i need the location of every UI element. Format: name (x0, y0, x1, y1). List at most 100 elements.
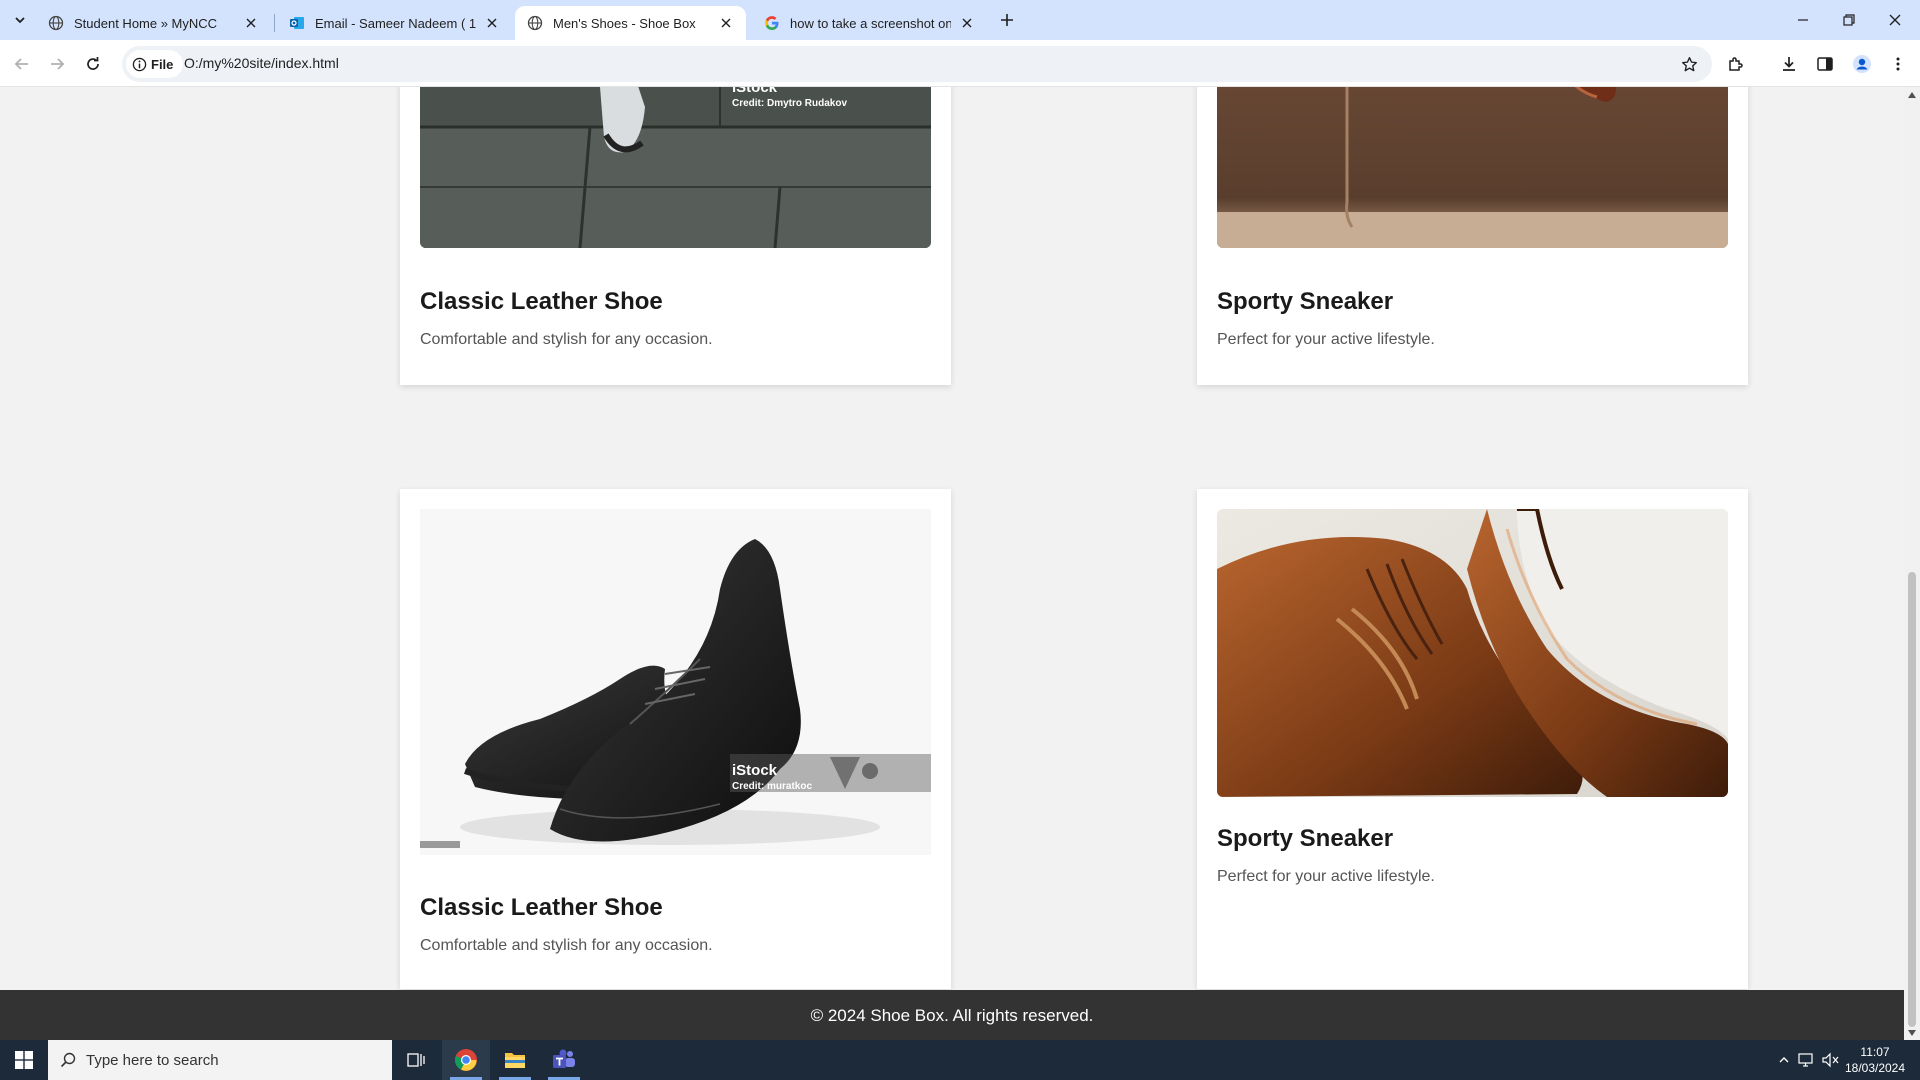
product-image: iStock Credit: muratkoc (420, 509, 931, 855)
taskbar-search-input[interactable] (86, 1051, 366, 1069)
profile-button[interactable] (1848, 50, 1876, 78)
product-image: iStock Credit: Dmytro Rudakov (420, 87, 931, 248)
black-oxford-shoes-illustration (420, 509, 931, 855)
taskbar-chrome[interactable] (442, 1040, 490, 1080)
task-view-icon (407, 1053, 425, 1067)
product-description: Comfortable and stylish for any occasion… (420, 331, 713, 348)
tab-email[interactable]: Email - Sameer Nadeem ( 1917 (277, 6, 512, 40)
minimize-button[interactable] (1780, 0, 1826, 40)
watermark-brand: iStock (732, 87, 778, 96)
clock-time: 11:07 (1860, 1045, 1890, 1059)
windows-taskbar: 11:07 18/03/2024 (0, 1040, 1920, 1080)
watermark-credit: Credit: Dmytro Rudakov (732, 98, 848, 109)
extensions-button[interactable] (1722, 50, 1750, 78)
arrow-left-icon (14, 58, 28, 70)
taskbar-clock[interactable]: 11:07 18/03/2024 (1838, 1044, 1912, 1076)
site-info-chip[interactable]: File (126, 50, 184, 78)
info-icon (132, 57, 147, 71)
menu-button[interactable] (1884, 50, 1912, 78)
teams-icon (553, 1049, 575, 1068)
sofa-shoes-illustration (1217, 87, 1728, 248)
stone-steps-illustration (420, 87, 931, 248)
restore-button[interactable] (1826, 0, 1872, 40)
page-viewport: iStock Credit: Dmytro Rudakov Classic Le… (0, 87, 1904, 1041)
minimize-icon (1798, 19, 1808, 21)
url-text[interactable]: O:/my%20site/index.html (184, 55, 339, 71)
product-title: Classic Leather Shoe (420, 288, 663, 315)
clock-date: 18/03/2024 (1844, 1061, 1906, 1075)
back-button[interactable] (8, 50, 36, 78)
taskbar-teams[interactable] (540, 1040, 588, 1080)
watermark-brand: iStock (732, 762, 778, 779)
scroll-thumb[interactable] (1908, 572, 1916, 1027)
start-button[interactable] (0, 1040, 48, 1080)
tab-search-button[interactable] (8, 8, 32, 32)
puzzle-icon (1729, 57, 1743, 71)
reload-button[interactable] (79, 50, 107, 78)
network-status[interactable] (1796, 1040, 1818, 1080)
product-description: Perfect for your active lifestyle. (1217, 868, 1435, 885)
browser-tab-strip: Student Home » MyNCC Email - Sameer Nade… (0, 0, 1920, 40)
tab-close-icon[interactable] (718, 15, 734, 31)
scroll-up-arrow-icon[interactable] (1908, 91, 1916, 99)
tab-title: Student Home » MyNCC (74, 15, 218, 31)
security-chip-label: File (151, 56, 174, 72)
globe-icon (527, 15, 543, 31)
tab-title: Email - Sameer Nadeem ( 1917 (315, 15, 476, 31)
taskbar-file-explorer[interactable] (491, 1040, 539, 1080)
product-card: iStock Credit: muratkoc Classic Leather … (400, 489, 951, 989)
search-icon (60, 1052, 76, 1068)
watermark-credit: Credit: muratkoc (732, 781, 813, 792)
stock-watermark: iStock Credit: Dmytro Rudakov (732, 87, 847, 109)
tab-student-home[interactable]: Student Home » MyNCC (36, 6, 271, 40)
close-window-button[interactable] (1872, 0, 1918, 40)
tab-close-icon[interactable] (959, 15, 975, 31)
side-panel-button[interactable] (1811, 50, 1839, 78)
arrow-right-icon (51, 58, 65, 70)
folder-icon (505, 1053, 525, 1068)
forward-button[interactable] (43, 50, 71, 78)
side-panel-icon (1817, 57, 1833, 71)
bookmark-button[interactable] (1678, 53, 1700, 75)
tab-close-icon[interactable] (243, 15, 259, 31)
download-icon (1783, 57, 1795, 71)
plus-icon (1001, 14, 1013, 26)
product-title: Sporty Sneaker (1217, 825, 1394, 852)
tab-mens-shoes[interactable]: Men's Shoes - Shoe Box (515, 6, 746, 40)
product-title: Classic Leather Shoe (420, 894, 663, 921)
chevron-up-icon (1779, 1057, 1789, 1063)
taskbar-search-box[interactable] (48, 1040, 392, 1080)
chevron-down-icon (15, 17, 25, 24)
product-card: Sporty Sneaker Perfect for your active l… (1197, 489, 1748, 989)
product-title: Sporty Sneaker (1217, 288, 1394, 315)
globe-icon (48, 15, 64, 31)
scroll-down-arrow-icon[interactable] (1908, 1029, 1916, 1037)
kebab-menu-icon (1896, 57, 1900, 71)
outlook-icon (289, 15, 305, 31)
restore-icon (1843, 14, 1855, 26)
product-card: Sporty Sneaker Perfect for your active l… (1197, 87, 1748, 385)
network-icon (1798, 1053, 1813, 1067)
downloads-button[interactable] (1775, 50, 1803, 78)
tab-close-icon[interactable] (484, 15, 500, 31)
star-icon (1681, 56, 1697, 71)
windows-logo-icon (15, 1051, 33, 1069)
browser-toolbar: File O:/my%20site/index.html (0, 40, 1920, 87)
product-description: Perfect for your active lifestyle. (1217, 331, 1435, 348)
page-scrollbar[interactable] (1904, 87, 1920, 1041)
show-hidden-icons[interactable] (1774, 1040, 1794, 1080)
product-image (1217, 509, 1728, 797)
brown-brogue-shoes-illustration (1217, 509, 1728, 797)
product-description: Comfortable and stylish for any occasion… (420, 937, 713, 954)
reload-icon (87, 57, 99, 70)
task-view-button[interactable] (392, 1040, 440, 1080)
page-footer: © 2024 Shoe Box. All rights reserved. (0, 990, 1904, 1041)
close-icon (1889, 14, 1901, 26)
product-card: iStock Credit: Dmytro Rudakov Classic Le… (400, 87, 951, 385)
tab-title: Men's Shoes - Shoe Box (553, 15, 696, 31)
tab-screenshot-search[interactable]: how to take a screenshot on w (752, 6, 987, 40)
new-tab-button[interactable] (995, 8, 1019, 32)
google-icon (764, 15, 780, 31)
address-bar[interactable]: File O:/my%20site/index.html (122, 46, 1712, 82)
tab-separator (274, 14, 275, 32)
